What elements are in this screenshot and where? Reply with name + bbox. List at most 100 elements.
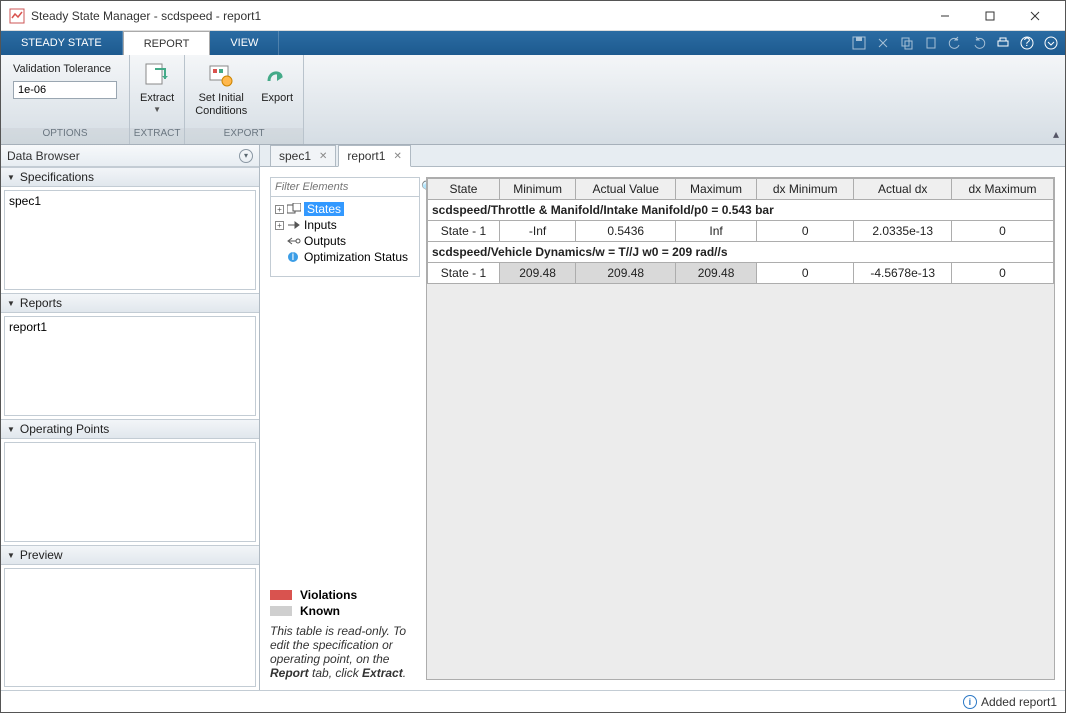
window-controls — [922, 1, 1057, 30]
tab-steady-state[interactable]: STEADY STATE — [1, 31, 123, 55]
cell-known: 209.48 — [576, 263, 676, 284]
status-text: Added report1 — [981, 695, 1057, 709]
panel-operating-points-header[interactable]: Operating Points — [1, 419, 259, 439]
validation-tolerance-label: Validation Tolerance — [13, 63, 117, 75]
svg-text:?: ? — [1024, 36, 1031, 49]
filter-input[interactable] — [275, 181, 418, 193]
panel-specifications-body: spec1 — [4, 190, 256, 290]
legend: Violations Known This table is read-only… — [270, 586, 420, 680]
doc-tab-report1-label: report1 — [347, 149, 385, 163]
export-button[interactable]: Export — [257, 59, 297, 107]
states-icon — [287, 203, 301, 215]
results-table-wrap: State Minimum Actual Value Maximum dx Mi… — [426, 177, 1055, 680]
spec-item[interactable]: spec1 — [9, 194, 251, 208]
panel-specifications-label: Specifications — [20, 170, 94, 184]
save-icon[interactable] — [851, 35, 867, 51]
table-header-row: State Minimum Actual Value Maximum dx Mi… — [428, 179, 1054, 200]
panel-preview-header[interactable]: Preview — [1, 545, 259, 565]
close-icon[interactable]: ✕ — [393, 151, 401, 162]
cell: State - 1 — [428, 263, 500, 284]
doc-tab-spec1[interactable]: spec1 ✕ — [270, 145, 336, 167]
maximize-button[interactable] — [967, 1, 1012, 30]
col-maximum[interactable]: Maximum — [676, 179, 757, 200]
expand-icon[interactable]: + — [275, 221, 284, 230]
close-button[interactable] — [1012, 1, 1057, 30]
statusbar: i Added report1 — [1, 690, 1065, 712]
data-browser-menu-icon[interactable]: ▾ — [239, 149, 253, 163]
expand-icon[interactable]: + — [275, 205, 284, 214]
panel-preview-body — [4, 568, 256, 687]
violations-swatch — [270, 590, 292, 600]
undo-icon[interactable] — [947, 35, 963, 51]
legend-known-label: Known — [300, 604, 340, 618]
panel-specifications-header[interactable]: Specifications — [1, 167, 259, 187]
tree: + States + Inputs Outputs i — [270, 197, 420, 277]
results-table: State Minimum Actual Value Maximum dx Mi… — [427, 178, 1054, 284]
set-initial-icon — [207, 61, 235, 89]
tree-outputs-label: Outputs — [304, 234, 346, 248]
ribbon-tabs: STEADY STATE REPORT VIEW ? — [1, 31, 1065, 55]
table-row: State - 1 -Inf 0.5436 Inf 0 2.0335e-13 0 — [428, 221, 1054, 242]
export-label: Export — [261, 92, 293, 105]
cell: Inf — [676, 221, 757, 242]
col-dx-minimum[interactable]: dx Minimum — [756, 179, 854, 200]
panel-operating-points-label: Operating Points — [20, 422, 109, 436]
set-initial-label: Set Initial Conditions — [195, 92, 247, 118]
cell-known: 209.48 — [499, 263, 575, 284]
options-dropdown-icon[interactable] — [1043, 35, 1059, 51]
table-group-row: scdspeed/Throttle & Manifold/Intake Mani… — [428, 200, 1054, 221]
collapse-toolstrip-icon[interactable]: ▴ — [1053, 127, 1059, 141]
cut-icon[interactable] — [875, 35, 891, 51]
group-options: Validation Tolerance OPTIONS — [1, 55, 130, 144]
cell: 0 — [952, 263, 1054, 284]
help-icon[interactable]: ? — [1019, 35, 1035, 51]
group-export: Set Initial Conditions Export EXPORT — [185, 55, 304, 144]
col-actual-dx[interactable]: Actual dx — [854, 179, 952, 200]
extract-button[interactable]: Extract ▼ — [136, 59, 178, 116]
doc-tab-report1[interactable]: report1 ✕ — [338, 145, 410, 167]
panel-operating-points-body — [4, 442, 256, 542]
col-dx-maximum[interactable]: dx Maximum — [952, 179, 1054, 200]
tree-node-outputs[interactable]: Outputs — [273, 233, 417, 249]
validation-tolerance-input[interactable] — [13, 81, 117, 99]
tree-node-opt-status[interactable]: i Optimization Status — [273, 249, 417, 265]
cell: 0.5436 — [576, 221, 676, 242]
col-minimum[interactable]: Minimum — [499, 179, 575, 200]
print-icon[interactable] — [995, 35, 1011, 51]
known-swatch — [270, 606, 292, 616]
tree-column: 🔍 ▾ + States + Inputs — [270, 177, 420, 680]
cell: 0 — [756, 221, 854, 242]
table-row: State - 1 209.48 209.48 209.48 0 -4.5678… — [428, 263, 1054, 284]
report-item[interactable]: report1 — [9, 320, 251, 334]
redo-icon[interactable] — [971, 35, 987, 51]
minimize-button[interactable] — [922, 1, 967, 30]
extract-icon — [143, 61, 171, 89]
col-actual-value[interactable]: Actual Value — [576, 179, 676, 200]
tab-report[interactable]: REPORT — [123, 31, 211, 55]
group-extract: Extract ▼ EXTRACT — [130, 55, 185, 144]
tree-node-inputs[interactable]: + Inputs — [273, 217, 417, 233]
sidebar: Data Browser ▾ Specifications spec1 Repo… — [1, 145, 260, 690]
paste-icon[interactable] — [923, 35, 939, 51]
filter-row: 🔍 ▾ — [270, 177, 420, 197]
panel-reports-header[interactable]: Reports — [1, 293, 259, 313]
panel-preview-label: Preview — [20, 548, 63, 562]
col-state[interactable]: State — [428, 179, 500, 200]
copy-icon[interactable] — [899, 35, 915, 51]
tab-view[interactable]: VIEW — [210, 31, 279, 55]
group-extract-label: EXTRACT — [130, 128, 184, 144]
tree-node-states[interactable]: + States — [273, 201, 417, 217]
set-initial-conditions-button[interactable]: Set Initial Conditions — [191, 59, 251, 120]
panel-reports-label: Reports — [20, 296, 62, 310]
panel-reports-body: report1 — [4, 316, 256, 416]
quick-access-toolbar: ? — [851, 31, 1065, 55]
close-icon[interactable]: ✕ — [319, 151, 327, 162]
legend-violations: Violations — [270, 588, 420, 602]
cell: 0 — [952, 221, 1054, 242]
tree-inputs-label: Inputs — [304, 218, 337, 232]
data-browser-header: Data Browser ▾ — [1, 145, 259, 167]
app-icon — [9, 8, 25, 24]
document-body: 🔍 ▾ + States + Inputs — [260, 167, 1065, 690]
doc-tab-spec1-label: spec1 — [279, 149, 311, 163]
legend-known: Known — [270, 604, 420, 618]
